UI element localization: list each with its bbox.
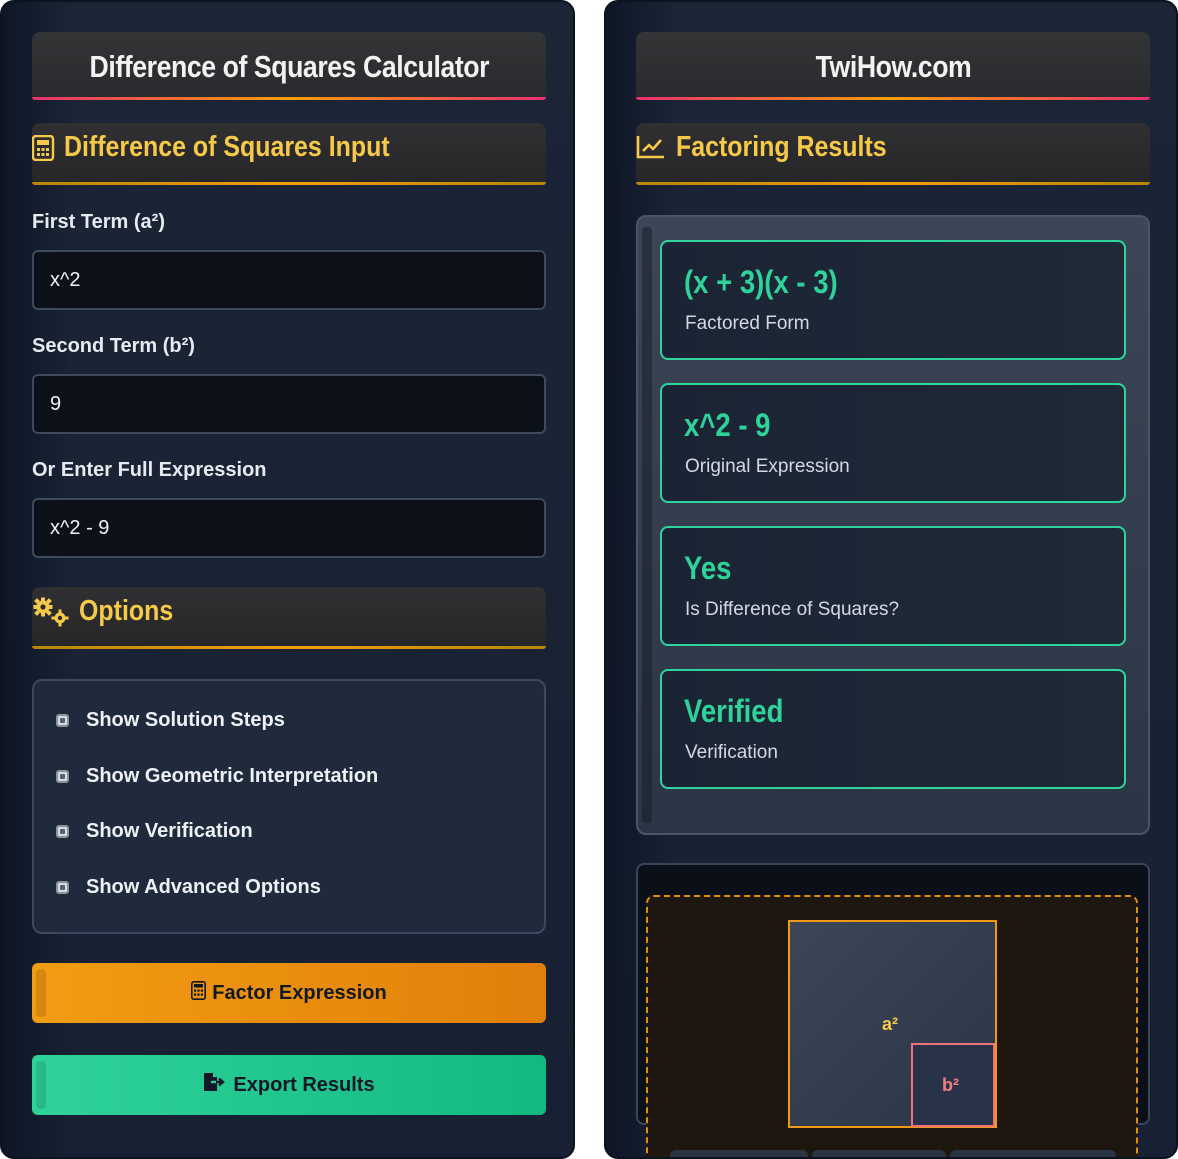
result-value: Verified (684, 693, 784, 729)
full-expression-label: Or Enter Full Expression (32, 459, 267, 481)
calculator-panel: Difference of Squares Calculator Differe… (0, 0, 575, 1159)
geo-tab[interactable] (950, 1150, 1116, 1157)
calculator-title: Difference of Squares Calculator (89, 49, 489, 84)
factored-form-card: (x + 3)(x - 3) Factored Form (660, 240, 1126, 360)
result-label: Original Expression (685, 456, 850, 477)
calculator-icon (31, 134, 56, 162)
option-show-advanced-options[interactable]: Show Advanced Options (56, 873, 321, 901)
site-title: TwiHow.com (815, 49, 971, 84)
result-label: Verification (685, 742, 778, 763)
square-b-label: b² (942, 1075, 959, 1095)
factor-expression-label: Factor Expression (212, 981, 387, 1004)
calculator-icon (191, 980, 207, 1006)
checkbox[interactable] (56, 713, 69, 727)
option-label: Show Solution Steps (86, 708, 285, 731)
options-panel: Show Solution Steps Show Geometric Inter… (32, 679, 546, 934)
gears-icon (32, 597, 70, 627)
checkbox[interactable] (56, 824, 69, 838)
result-value: x^2 - 9 (684, 407, 771, 443)
option-show-verification[interactable]: Show Verification (56, 817, 253, 845)
first-term-label: First Term (a²) (32, 211, 165, 233)
option-label: Show Advanced Options (86, 875, 321, 898)
result-value: Yes (684, 550, 732, 586)
second-term-label: Second Term (b²) (32, 335, 195, 357)
results-container: (x + 3)(x - 3) Factored Form x^2 - 9 Ori… (636, 215, 1150, 835)
result-label: Factored Form (685, 313, 810, 334)
option-label: Show Geometric Interpretation (86, 764, 379, 787)
original-expression-card: x^2 - 9 Original Expression (660, 383, 1126, 503)
checkbox[interactable] (56, 880, 69, 894)
results-section-title: Factoring Results (676, 131, 887, 163)
geo-tab[interactable] (670, 1150, 808, 1157)
geometric-tabs (670, 1150, 1116, 1157)
second-term-input[interactable] (32, 374, 546, 434)
option-label: Show Verification (86, 819, 253, 842)
option-show-geometric-interpretation[interactable]: Show Geometric Interpretation (56, 762, 378, 790)
calculator-header: Difference of Squares Calculator (32, 32, 546, 100)
options-section-title: Options (79, 595, 174, 627)
input-section-title: Difference of Squares Input (64, 131, 390, 163)
square-a-label: a² (882, 1014, 899, 1034)
results-section-header: Factoring Results (636, 123, 1150, 185)
input-section-header: Difference of Squares Input (31, 123, 546, 185)
site-header: TwiHow.com (636, 32, 1150, 100)
results-panel: TwiHow.com Factoring Results (x + 3)(x -… (604, 0, 1178, 1159)
first-term-input[interactable] (32, 250, 546, 310)
file-export-icon (203, 1072, 227, 1098)
export-results-label: Export Results (233, 1073, 375, 1096)
chart-line-icon (636, 134, 666, 160)
result-value: (x + 3)(x - 3) (684, 264, 838, 300)
factor-expression-button[interactable]: Factor Expression (32, 963, 546, 1023)
export-results-button[interactable]: Export Results (32, 1055, 546, 1115)
is-difference-card: Yes Is Difference of Squares? (660, 526, 1126, 646)
checkbox[interactable] (56, 769, 69, 783)
full-expression-input[interactable] (32, 498, 546, 558)
options-section-header: Options (32, 587, 546, 649)
geo-tab[interactable] (812, 1150, 946, 1157)
verification-card: Verified Verification (660, 669, 1126, 789)
result-label: Is Difference of Squares? (685, 599, 900, 620)
option-show-solution-steps[interactable]: Show Solution Steps (56, 706, 285, 734)
